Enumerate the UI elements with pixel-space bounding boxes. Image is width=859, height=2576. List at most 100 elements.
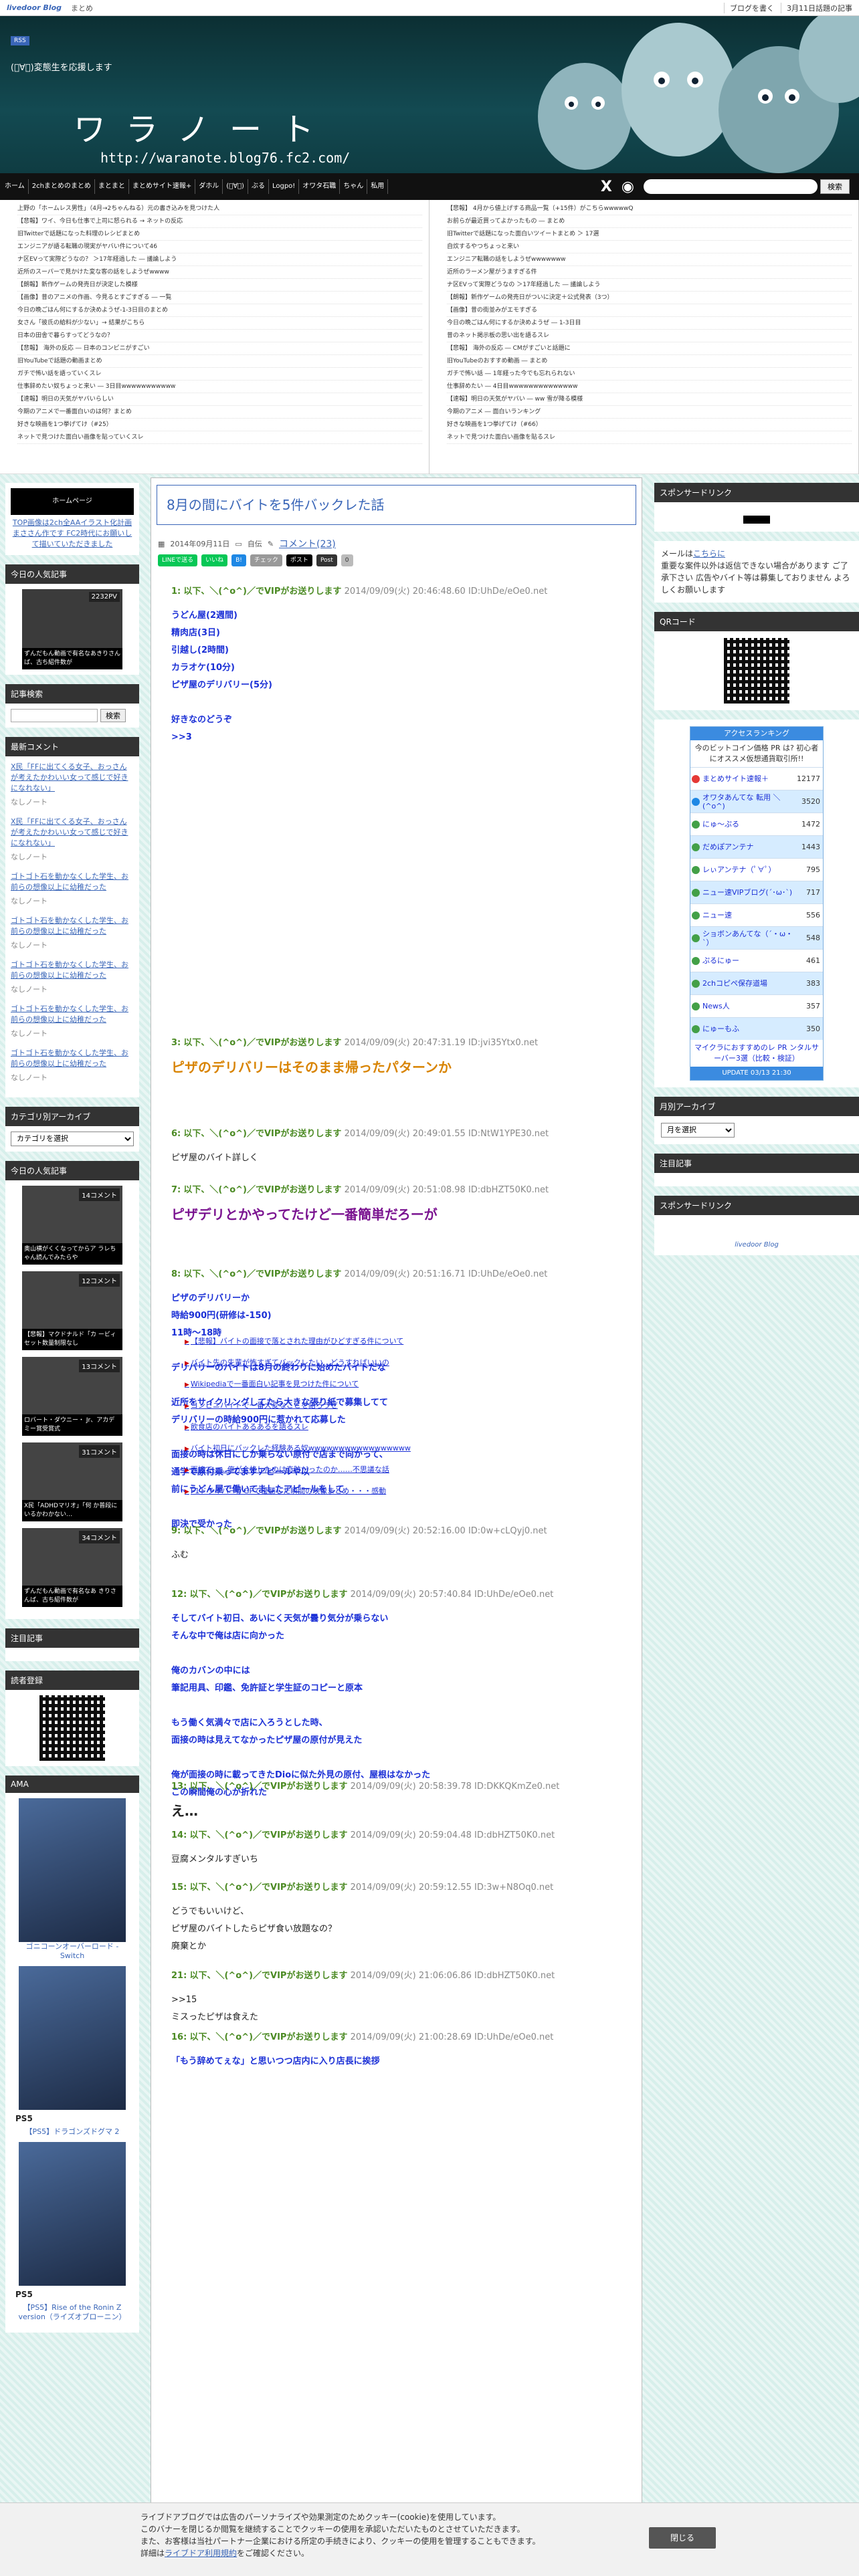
today-popular-item[interactable]: 12コメント 【悲報】マクドナルド「カ ービィセット数量制限なし bbox=[22, 1271, 122, 1350]
rss-right-item[interactable]: お前らが最近買ってよかったもの ― まとめ bbox=[447, 215, 852, 228]
related-link[interactable]: コンビニバイトで一番大変なことを語ろうぜ bbox=[185, 1395, 599, 1416]
rss-right-item[interactable]: 好きな映画を1つ挙げてけ（#66） bbox=[447, 419, 852, 431]
reader-qr-code[interactable] bbox=[39, 1695, 105, 1761]
line-share-button[interactable]: LINEで送る bbox=[158, 554, 198, 566]
nav-item-sokuho[interactable]: まとめサイト速報+ bbox=[129, 179, 196, 194]
sidebar-search-button[interactable]: 検索 bbox=[100, 709, 126, 722]
blog-title[interactable]: ワラノート bbox=[74, 103, 334, 150]
ranking-pr[interactable]: 今のビットコイン価格 PR は? 初心者にオススメ仮想通貨取引所!! bbox=[690, 740, 823, 767]
rss-right-item[interactable]: 今日の晩ごはん何にするか決めようぜ ― 1-3日目 bbox=[447, 317, 852, 330]
ranking-site-name[interactable]: ニュー速VIPブログ(´･ω･`) bbox=[701, 888, 795, 897]
hatena-button[interactable]: B! bbox=[231, 554, 246, 566]
ranking-site-name[interactable]: News人 bbox=[701, 1002, 795, 1010]
rss-badge[interactable]: RSS bbox=[11, 36, 29, 45]
rss-left-item[interactable]: 日本の田舎で暮らすってどうなの？ bbox=[17, 330, 422, 342]
ranking-row[interactable]: ショボンあんてな（´・ω・`） 548 bbox=[690, 926, 823, 949]
recent-comment-link[interactable]: X民「FFに出てくる女子、おっさんが考えたかわいい女って感じで好きになれない」 bbox=[11, 817, 128, 847]
article-title[interactable]: 8月の間にバイトを5件バックレた話 bbox=[157, 485, 636, 525]
terms-link[interactable]: ライブドア利用規約 bbox=[165, 2549, 237, 2558]
rss-left-item[interactable]: 旧Twitterで話題になった料理のレシピまとめ bbox=[17, 228, 422, 241]
write-blog-link[interactable]: ブログを書く bbox=[724, 2, 774, 13]
nav-item-4[interactable]: ダホル bbox=[195, 179, 223, 194]
rss-left-item[interactable]: 近所のスーパーで見かけた変な客の話をしようぜwwww bbox=[17, 266, 422, 279]
product-image[interactable] bbox=[19, 1798, 126, 1942]
rss-right-item[interactable]: 【画像】昔の街並みがエモすぎる bbox=[447, 304, 852, 317]
rss-right-item[interactable]: 旧YouTubeのおすすめ動画 ― まとめ bbox=[447, 355, 852, 368]
amazon-product[interactable]: ゴニコーンオーバーロード - Switch bbox=[15, 1798, 129, 1961]
tumblr-post-button[interactable]: Post bbox=[316, 554, 337, 566]
ranking-site-name[interactable]: にゅーもふ bbox=[701, 1025, 795, 1033]
homepage-banner[interactable]: ホームページ bbox=[11, 488, 134, 515]
ranking-row[interactable]: ぷるにゅー 461 bbox=[690, 949, 823, 972]
related-link[interactable]: 面接で……俺が合格したのは奇跡だったのか……不思議な話 bbox=[185, 1459, 599, 1481]
month-select[interactable]: 月を選択 bbox=[661, 1123, 735, 1138]
rss-right-item[interactable]: 【悲報】 海外の反応 ― CMがすごいと話題に bbox=[447, 342, 852, 355]
rss-left-item[interactable]: 女さん「彼氏の給料が少ない」→ 結果がこちら bbox=[17, 317, 422, 330]
recent-comment-link[interactable]: ゴトゴト石を動かなくした学生、お前らの想像以上に幼稚だった bbox=[11, 1049, 128, 1068]
sidebar-search-input[interactable] bbox=[11, 709, 98, 722]
nav-item-logpo[interactable]: Logpo! bbox=[269, 179, 300, 194]
ranking-row[interactable]: ニュー速 556 bbox=[690, 903, 823, 926]
pocket-count[interactable]: 0 bbox=[341, 554, 353, 566]
nav-item-5[interactable]: (ﾟ∀ﾟ) bbox=[223, 179, 248, 194]
check-button[interactable]: チェック bbox=[250, 554, 282, 566]
rss-right-item[interactable]: ガチで怖い話 ― 1年経った今でも忘れられない bbox=[447, 368, 852, 381]
ranking-row[interactable]: だめぽアンテナ 1443 bbox=[690, 835, 823, 858]
rss-left-item[interactable]: ナ区EVって実際どうなの？ ＞17年経過した ― 議論しよう bbox=[17, 253, 422, 266]
ranking-ad[interactable]: マイクラにおすすめのレ PR ンタルサーバー3選（比較・検証） bbox=[690, 1040, 823, 1067]
ranking-row[interactable]: まとめサイト速報＋ 12177 bbox=[690, 767, 823, 790]
product-title[interactable]: ゴニコーンオーバーロード - Switch bbox=[15, 1942, 129, 1961]
recent-comment-link[interactable]: ゴトゴト石を動かなくした学生、お前らの想像以上に幼稚だった bbox=[11, 960, 128, 980]
rss-left-item[interactable]: 【朗報】新作ゲームの発売日が決定した模様 bbox=[17, 279, 422, 292]
product-image[interactable] bbox=[19, 2142, 126, 2286]
ranking-site-name[interactable]: ぷるにゅー bbox=[701, 956, 795, 965]
rss-left-item[interactable]: 旧YouTubeで話題の動画まとめ bbox=[17, 355, 422, 368]
related-link[interactable]: Wikipediaで一番面白い記事を見つけた件について bbox=[185, 1374, 599, 1395]
ranking-site-name[interactable]: 2chコピペ保存道場 bbox=[701, 979, 795, 988]
cookie-close-button[interactable]: 閉じる bbox=[649, 2527, 716, 2549]
livedoor-logo[interactable]: livedoor Blog bbox=[7, 3, 62, 12]
x-post-button[interactable]: ポスト bbox=[286, 554, 312, 566]
rss-left-item[interactable]: ガチで怖い話を語っていくスレ bbox=[17, 368, 422, 381]
related-link[interactable]: 飲食店のバイトあるあるを語るスレ bbox=[185, 1416, 599, 1438]
header-search-button[interactable]: 検索 bbox=[820, 179, 850, 194]
rss-right-item[interactable]: 昔のネット掲示板の思い出を語るスレ bbox=[447, 330, 852, 342]
category-select[interactable]: カテゴリを選択 bbox=[11, 1132, 134, 1146]
product-image[interactable] bbox=[19, 1966, 126, 2110]
popular-thumb[interactable]: 2232PV ずんだもん動画で有名なあきりさんば、古ち紹件数が bbox=[22, 589, 122, 669]
rss-left-item[interactable]: 【悲報】ワイ、今日も仕事で上司に怒られる → ネットの反応 bbox=[17, 215, 422, 228]
rss-left-item[interactable]: 【速報】明日の天気がヤバいらしい bbox=[17, 393, 422, 406]
top-image-credit[interactable]: TOP画像は2ch全AAイラスト化計画 まささん作です FC2時代にお願いして描… bbox=[11, 518, 134, 550]
nav-item-matome[interactable]: 2chまとめのまとめ bbox=[29, 179, 95, 194]
recent-comment-link[interactable]: ゴトゴト石を動かなくした学生、お前らの想像以上に幼稚だった bbox=[11, 872, 128, 891]
today-popular-item[interactable]: 13コメント ロバート・ダウニー・ Jr、アカデミー賞受賞式 bbox=[22, 1357, 122, 1436]
rss-left-item[interactable]: 今期のアニメで一番面白いのは何？まとめ bbox=[17, 406, 422, 419]
ranking-site-name[interactable]: だめぽアンテナ bbox=[701, 843, 795, 851]
amazon-product[interactable]: PS5 【PS5】Rise of the Ronin Z version（ライズオ… bbox=[15, 2142, 129, 2322]
product-title[interactable]: 【PS5】Rise of the Ronin Z version（ライズオブロー… bbox=[15, 2303, 129, 2322]
rss-right-item[interactable]: 【速報】明日の天気がヤバい ― ww 雪が降る模様 bbox=[447, 393, 852, 406]
rss-right-item[interactable]: 今期のアニメ ― 面白いランキング bbox=[447, 406, 852, 419]
ranking-site-name[interactable]: にゅ～ぷる bbox=[701, 820, 795, 829]
recent-comment-link[interactable]: X民「FFに出てくる女子、おっさんが考えたかわいい女って感じで好きになれない」 bbox=[11, 762, 128, 792]
rss-right-item[interactable]: 旧Twitterで話題になった面白いツイートまとめ ＞ 17選 bbox=[447, 228, 852, 241]
today-popular-item[interactable]: 31コメント X民「ADHDマリオ」「何 か普段にいるかわかない… bbox=[22, 1442, 122, 1521]
rss-left-item[interactable]: 好きな映画を1つ挙げてけ（#25） bbox=[17, 419, 422, 431]
ranking-row[interactable]: にゅ～ぷる 1472 bbox=[690, 813, 823, 835]
rss-right-item[interactable]: 【悲報】 4月から値上げする商品一覧（+15件）がこちらwwwwwQ bbox=[447, 203, 852, 215]
ranking-row[interactable]: にゅーもふ 350 bbox=[690, 1017, 823, 1040]
rss-left-item[interactable]: 【画像】昔のアニメの作画、今見るとすごすぎる ― 一覧 bbox=[17, 292, 422, 304]
sponsor-ad[interactable] bbox=[743, 516, 770, 524]
nav-item-8[interactable]: オワタ石職 bbox=[299, 179, 341, 194]
rss-right-item[interactable]: ナ区EVって実際どうなの ＞17年経過した ― 議論しよう bbox=[447, 279, 852, 292]
related-link[interactable]: バイト初日にバックレた経験ある奴wwwwwwwwwwwwwwwww bbox=[185, 1438, 599, 1459]
rss-left-item[interactable]: 【悲報】 海外の反応 ― 日本のコンビニがすごい bbox=[17, 342, 422, 355]
nav-item-home[interactable]: ホーム bbox=[1, 179, 29, 194]
ranking-site-name[interactable]: レぃアンテナ（ﾟ∀ﾟ） bbox=[701, 865, 795, 874]
related-link[interactable]: 【悲報】バイトの面接で落とされた理由がひどすぎる件について bbox=[185, 1331, 599, 1352]
ranking-site-name[interactable]: まとめサイト速報＋ bbox=[701, 774, 795, 783]
rss-left-item[interactable]: 今日の晩ごはん何にするか決めようぜ-1-3日目のまとめ bbox=[17, 304, 422, 317]
amazon-product[interactable]: PS5 【PS5】ドラゴンズドグマ 2 bbox=[15, 1966, 129, 2137]
livedoor-icon[interactable]: ◉ bbox=[622, 179, 634, 195]
nav-item-9[interactable]: ちゃん bbox=[340, 179, 368, 194]
